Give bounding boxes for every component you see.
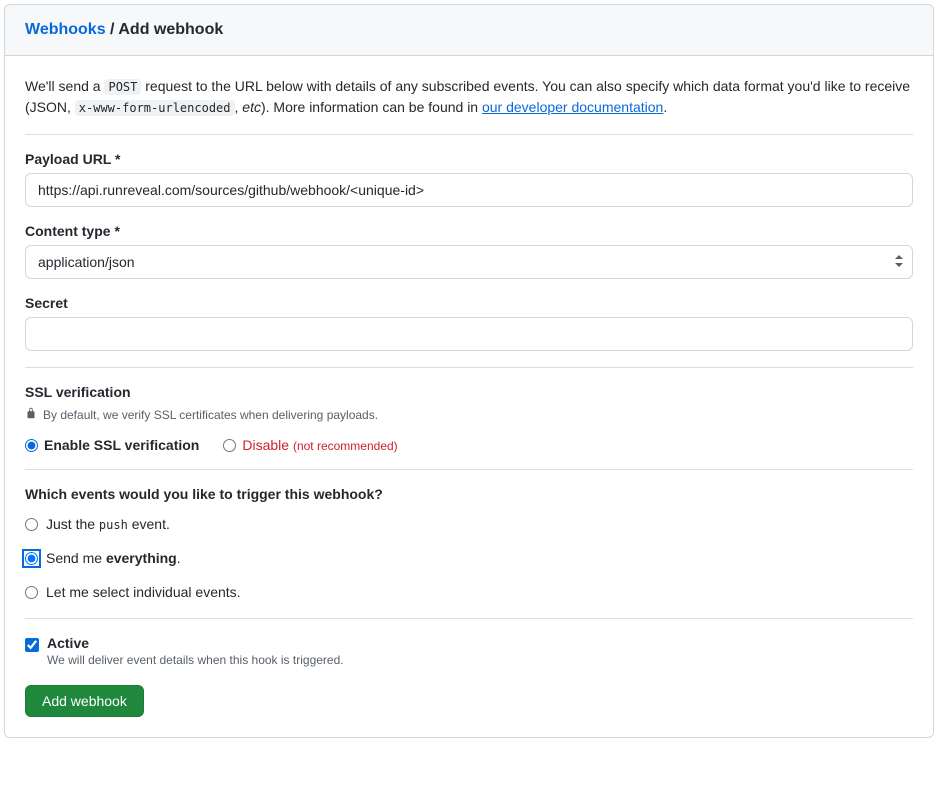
intro-code-post: POST	[104, 79, 141, 95]
form-header: Webhooks / Add webhook	[5, 5, 933, 56]
intro-part1: We'll send a	[25, 78, 104, 94]
ssl-group: SSL verification By default, we verify S…	[25, 384, 913, 453]
ssl-heading: SSL verification	[25, 384, 913, 400]
event-push-code: push	[99, 518, 128, 532]
events-heading: Which events would you like to trigger t…	[25, 486, 913, 502]
ssl-enable-label[interactable]: Enable SSL verification	[44, 437, 199, 453]
event-option-push: Just the push event.	[25, 516, 913, 532]
event-push-radio[interactable]	[25, 518, 38, 531]
event-everything-strong: everything	[106, 550, 177, 566]
breadcrumb-current: Add webhook	[118, 21, 223, 38]
form-content: We'll send a POST request to the URL bel…	[5, 56, 933, 737]
secret-group: Secret	[25, 295, 913, 351]
ssl-disable-label[interactable]: Disable (not recommended)	[242, 437, 397, 453]
event-options: Just the push event. Send me everything.…	[25, 516, 913, 600]
ssl-disable-text: Disable	[242, 437, 293, 453]
divider	[25, 134, 913, 135]
intro-em-etc: etc	[242, 99, 261, 115]
event-everything-text1: Send me	[46, 550, 106, 566]
events-group: Which events would you like to trigger t…	[25, 486, 913, 600]
developer-docs-link[interactable]: our developer documentation	[482, 99, 663, 115]
ssl-enable-radio[interactable]	[25, 439, 38, 452]
lock-icon	[25, 406, 37, 423]
divider	[25, 469, 913, 470]
event-everything-label[interactable]: Send me everything.	[46, 550, 181, 566]
payload-url-label: Payload URL *	[25, 151, 913, 167]
event-push-text2: event.	[128, 516, 170, 532]
event-individual-radio[interactable]	[25, 586, 38, 599]
content-type-label: Content type *	[25, 223, 913, 239]
payload-url-group: Payload URL *	[25, 151, 913, 207]
ssl-disable-item: Disable (not recommended)	[223, 437, 397, 453]
intro-code-urlencoded: x-www-form-urlencoded	[75, 100, 235, 116]
ssl-note-text: By default, we verify SSL certificates w…	[43, 408, 378, 422]
active-label[interactable]: Active	[47, 635, 344, 651]
active-checkbox[interactable]	[25, 638, 39, 652]
active-text: Active We will deliver event details whe…	[47, 635, 344, 667]
event-option-everything: Send me everything.	[25, 550, 913, 566]
content-type-group: Content type * application/json	[25, 223, 913, 279]
ssl-disable-radio[interactable]	[223, 439, 236, 452]
divider	[25, 618, 913, 619]
ssl-enable-item: Enable SSL verification	[25, 437, 199, 453]
intro-text: We'll send a POST request to the URL bel…	[25, 76, 913, 118]
secret-input[interactable]	[25, 317, 913, 351]
intro-part5: .	[663, 99, 667, 115]
divider	[25, 367, 913, 368]
event-push-label[interactable]: Just the push event.	[46, 516, 170, 532]
event-individual-label[interactable]: Let me select individual events.	[46, 584, 241, 600]
add-webhook-button[interactable]: Add webhook	[25, 685, 144, 717]
ssl-disable-note: (not recommended)	[293, 439, 398, 453]
secret-label: Secret	[25, 295, 913, 311]
content-type-select-wrapper: application/json	[25, 245, 913, 279]
webhook-form-container: Webhooks / Add webhook We'll send a POST…	[4, 4, 934, 738]
breadcrumb-parent-link[interactable]: Webhooks	[25, 21, 106, 38]
intro-part4: ). More information can be found in	[261, 99, 482, 115]
event-everything-radio[interactable]	[25, 552, 38, 565]
active-note: We will deliver event details when this …	[47, 653, 344, 667]
active-section: Active We will deliver event details whe…	[25, 635, 913, 667]
payload-url-input[interactable]	[25, 173, 913, 207]
ssl-note: By default, we verify SSL certificates w…	[25, 406, 913, 423]
event-everything-text2: .	[177, 550, 181, 566]
breadcrumb-separator: /	[106, 21, 119, 38]
ssl-radio-row: Enable SSL verification Disable (not rec…	[25, 437, 913, 453]
event-push-text1: Just the	[46, 516, 99, 532]
content-type-select[interactable]: application/json	[25, 245, 913, 279]
event-option-individual: Let me select individual events.	[25, 584, 913, 600]
breadcrumb: Webhooks / Add webhook	[25, 21, 913, 39]
